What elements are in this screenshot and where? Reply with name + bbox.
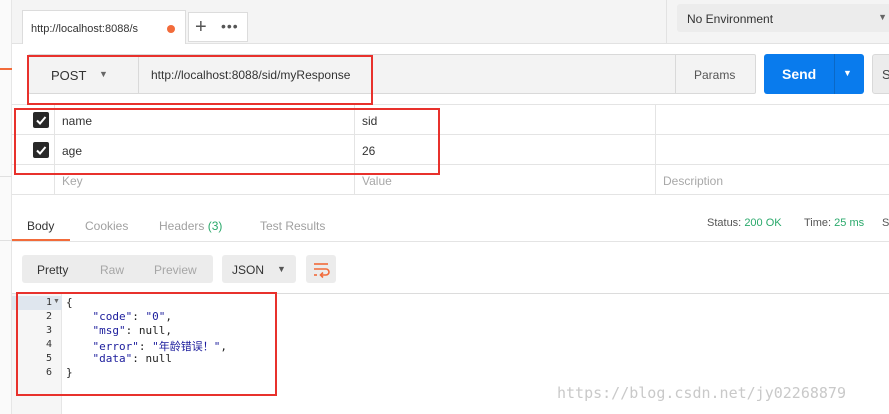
tab-cookies[interactable]: Cookies — [85, 219, 128, 233]
raw-button[interactable]: Raw — [100, 263, 124, 277]
divider — [666, 0, 667, 44]
annotation-box-params — [14, 108, 440, 175]
wrap-lines-button[interactable] — [306, 255, 336, 283]
param-key-input[interactable]: Key — [62, 174, 83, 188]
request-tab-bar: http://localhost:8088/s + ••• No Environ… — [12, 0, 889, 44]
pretty-button[interactable]: Pretty — [37, 263, 68, 277]
chevron-down-icon: ▼ — [277, 264, 286, 274]
send-button[interactable]: Send ▼ — [764, 54, 864, 94]
headers-count-badge: (3) — [207, 219, 223, 233]
send-button-divider — [834, 54, 835, 94]
annotation-box-request — [27, 55, 373, 105]
unsaved-dot-icon — [167, 25, 175, 33]
sidebar-edge — [0, 0, 12, 414]
language-select[interactable]: JSON ▼ — [222, 255, 296, 283]
tab-headers[interactable]: Headers (3) — [159, 219, 222, 233]
environment-select[interactable]: No Environment ▼ — [677, 4, 889, 32]
status-readout: Status: 200 OK — [707, 217, 782, 229]
size-label: S — [882, 217, 889, 229]
tab-headers-label: Headers — [159, 219, 205, 233]
request-tab[interactable]: http://localhost:8088/s — [22, 10, 186, 44]
environment-select-value: No Environment — [687, 12, 774, 26]
time-label: Time: — [804, 217, 832, 229]
new-tab-plus-icon[interactable]: + — [195, 16, 207, 39]
more-tabs-icon[interactable]: ••• — [221, 18, 239, 34]
chevron-down-icon: ▼ — [878, 12, 887, 22]
params-button[interactable]: Params — [675, 55, 755, 93]
status-value: 200 OK — [744, 217, 782, 229]
cell-divider — [655, 165, 656, 195]
time-value: 25 ms — [834, 217, 865, 229]
time-readout: Time: 25 ms — [804, 217, 864, 229]
tab-actions: + ••• — [188, 12, 248, 42]
send-options-chevron-icon[interactable]: ▼ — [843, 68, 852, 78]
cell-divider — [655, 135, 656, 165]
send-button-label: Send — [782, 66, 817, 82]
active-tab-indicator — [12, 239, 70, 241]
tab-test-results[interactable]: Test Results — [260, 219, 325, 233]
tab-body[interactable]: Body — [27, 219, 54, 233]
sidebar-active-marker — [0, 68, 12, 70]
param-value-input[interactable]: Value — [362, 174, 392, 188]
param-description-input[interactable]: Description — [663, 174, 723, 188]
save-button[interactable]: S — [872, 54, 889, 94]
cell-divider — [655, 105, 656, 135]
params-button-label: Params — [694, 68, 736, 82]
save-button-label: S — [882, 67, 889, 82]
language-select-value: JSON — [232, 263, 265, 277]
sidebar-divider — [0, 240, 12, 241]
request-tab-title: http://localhost:8088/s — [31, 23, 139, 35]
watermark: https://blog.csdn.net/jy02268879 — [557, 384, 846, 402]
wrap-lines-icon — [314, 263, 330, 279]
preview-button[interactable]: Preview — [154, 263, 197, 277]
annotation-box-response — [16, 292, 277, 396]
response-tabs: Body Cookies Headers (3) Test Results St… — [12, 208, 889, 242]
body-format-group: Pretty Raw Preview — [22, 255, 213, 283]
sidebar-divider — [0, 176, 12, 177]
status-label: Status: — [707, 217, 742, 229]
